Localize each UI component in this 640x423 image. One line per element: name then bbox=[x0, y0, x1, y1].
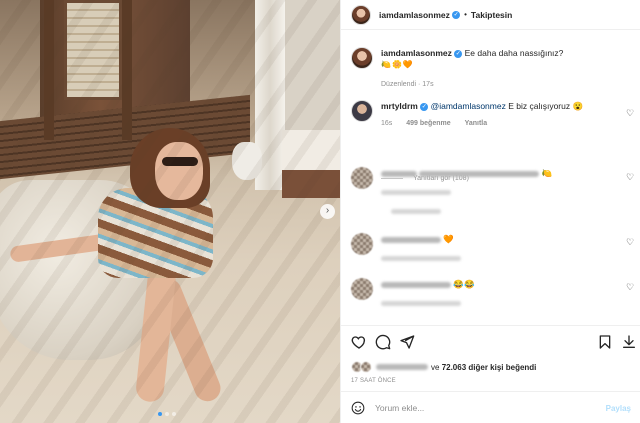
comment-likes[interactable]: 499 beğenme bbox=[406, 120, 450, 127]
blurred-text bbox=[381, 236, 441, 243]
share-icon[interactable] bbox=[399, 334, 415, 350]
comment-body: 😂😂 bbox=[381, 278, 626, 309]
blurred-text bbox=[419, 170, 540, 177]
avatar[interactable] bbox=[351, 278, 373, 300]
post-timestamp[interactable]: 17 SAAT ÖNCE bbox=[351, 378, 396, 384]
follow-button[interactable]: Takiptesin bbox=[471, 10, 512, 20]
heart-icon[interactable]: ♡ bbox=[625, 172, 635, 182]
avatar[interactable] bbox=[351, 167, 373, 189]
photo-shadow bbox=[0, 0, 340, 423]
likes-count[interactable]: 72.063 bbox=[442, 363, 466, 372]
blurred-text bbox=[381, 281, 451, 288]
avatar[interactable] bbox=[360, 361, 372, 373]
comment-icon[interactable] bbox=[375, 334, 391, 350]
comment-body: 🍋 bbox=[381, 167, 626, 217]
heart-icon[interactable]: ♡ bbox=[625, 237, 635, 247]
chevron-right-icon[interactable]: › bbox=[320, 204, 335, 219]
heart-icon[interactable]: ♡ bbox=[625, 282, 635, 292]
avatar[interactable] bbox=[351, 47, 373, 69]
download-icon[interactable] bbox=[621, 334, 637, 350]
likes-prefix: ve bbox=[431, 362, 440, 372]
likes-row: ve 72.063 diğer kişi beğendi bbox=[351, 361, 536, 373]
blurred-meta bbox=[381, 205, 626, 217]
post-panel: iamdamlasonmez ✓ • Takiptesin iamdamlaso… bbox=[340, 0, 640, 423]
caption-text: Ee daha daha nassığınız? bbox=[464, 48, 564, 58]
post-comment-button[interactable]: Paylaş bbox=[606, 404, 631, 413]
blurred-username bbox=[381, 170, 417, 177]
edited-label: Düzenlendi bbox=[381, 81, 417, 88]
comment-emoji: 😮 bbox=[572, 101, 584, 111]
post-photo[interactable]: › bbox=[0, 0, 340, 423]
likes-suffix[interactable]: diğer kişi beğendi bbox=[468, 363, 536, 372]
carousel-dot-active bbox=[158, 412, 162, 416]
comment-emoji: 🍋 bbox=[541, 168, 553, 178]
caption-body: iamdamlasonmez ✓ Ee daha daha nassığınız… bbox=[381, 47, 626, 91]
carousel-dots bbox=[158, 412, 176, 416]
comment-body: mrtyldrm ✓ @iamdamlasonmez E biz çalışıy… bbox=[381, 100, 626, 130]
caption-emojis: 🍋🌼🧡 bbox=[381, 60, 414, 69]
comment-body: 🧡 bbox=[381, 233, 626, 264]
comments-list[interactable]: iamdamlasonmez ✓ Ee daha daha nassığınız… bbox=[341, 30, 640, 325]
comment-emoji: 😂😂 bbox=[453, 279, 475, 289]
post-header: iamdamlasonmez ✓ • Takiptesin bbox=[341, 0, 640, 30]
header-username[interactable]: iamdamlasonmez bbox=[379, 10, 450, 20]
comment-input[interactable] bbox=[375, 403, 606, 413]
avatar[interactable] bbox=[351, 233, 373, 255]
heart-icon[interactable]: ♡ bbox=[625, 108, 635, 118]
blurred-liker-name bbox=[376, 364, 428, 370]
liker-avatars bbox=[351, 361, 372, 373]
comment-username[interactable]: mrtyldrm bbox=[381, 101, 418, 111]
reply-button[interactable]: Yanıtla bbox=[465, 120, 488, 127]
comment-emoji: 🧡 bbox=[443, 234, 454, 244]
carousel-dot bbox=[172, 412, 176, 416]
emoji-icon[interactable] bbox=[351, 401, 365, 415]
carousel-dot bbox=[165, 412, 169, 416]
blurred-meta bbox=[381, 252, 626, 264]
caption-time: 17s bbox=[422, 81, 434, 88]
caption-username[interactable]: iamdamlasonmez bbox=[381, 48, 452, 58]
comment-text: E biz çalışıyoruz bbox=[508, 101, 571, 111]
add-comment-bar: Paylaş bbox=[341, 391, 640, 423]
avatar[interactable] bbox=[351, 4, 371, 25]
heart-icon[interactable] bbox=[351, 334, 367, 350]
header-separator: • bbox=[464, 10, 467, 19]
meta-dot: · bbox=[417, 81, 421, 88]
verified-badge-icon: ✓ bbox=[420, 102, 429, 111]
post-actions: ve 72.063 diğer kişi beğendi 17 SAAT ÖNC… bbox=[341, 325, 640, 423]
bookmark-icon[interactable] bbox=[597, 334, 613, 350]
comment-time: 16s bbox=[381, 120, 393, 127]
comment-meta: 16s 499 beğenme Yanıtla bbox=[381, 118, 626, 130]
comment-mention[interactable]: @iamdamlasonmez bbox=[431, 101, 506, 111]
avatar[interactable] bbox=[351, 100, 373, 122]
blurred-meta bbox=[381, 297, 626, 309]
caption-meta: Düzenlendi · 17s bbox=[381, 79, 626, 91]
verified-badge-icon: ✓ bbox=[452, 10, 461, 19]
verified-badge-icon: ✓ bbox=[454, 49, 463, 58]
blurred-meta bbox=[381, 186, 626, 198]
